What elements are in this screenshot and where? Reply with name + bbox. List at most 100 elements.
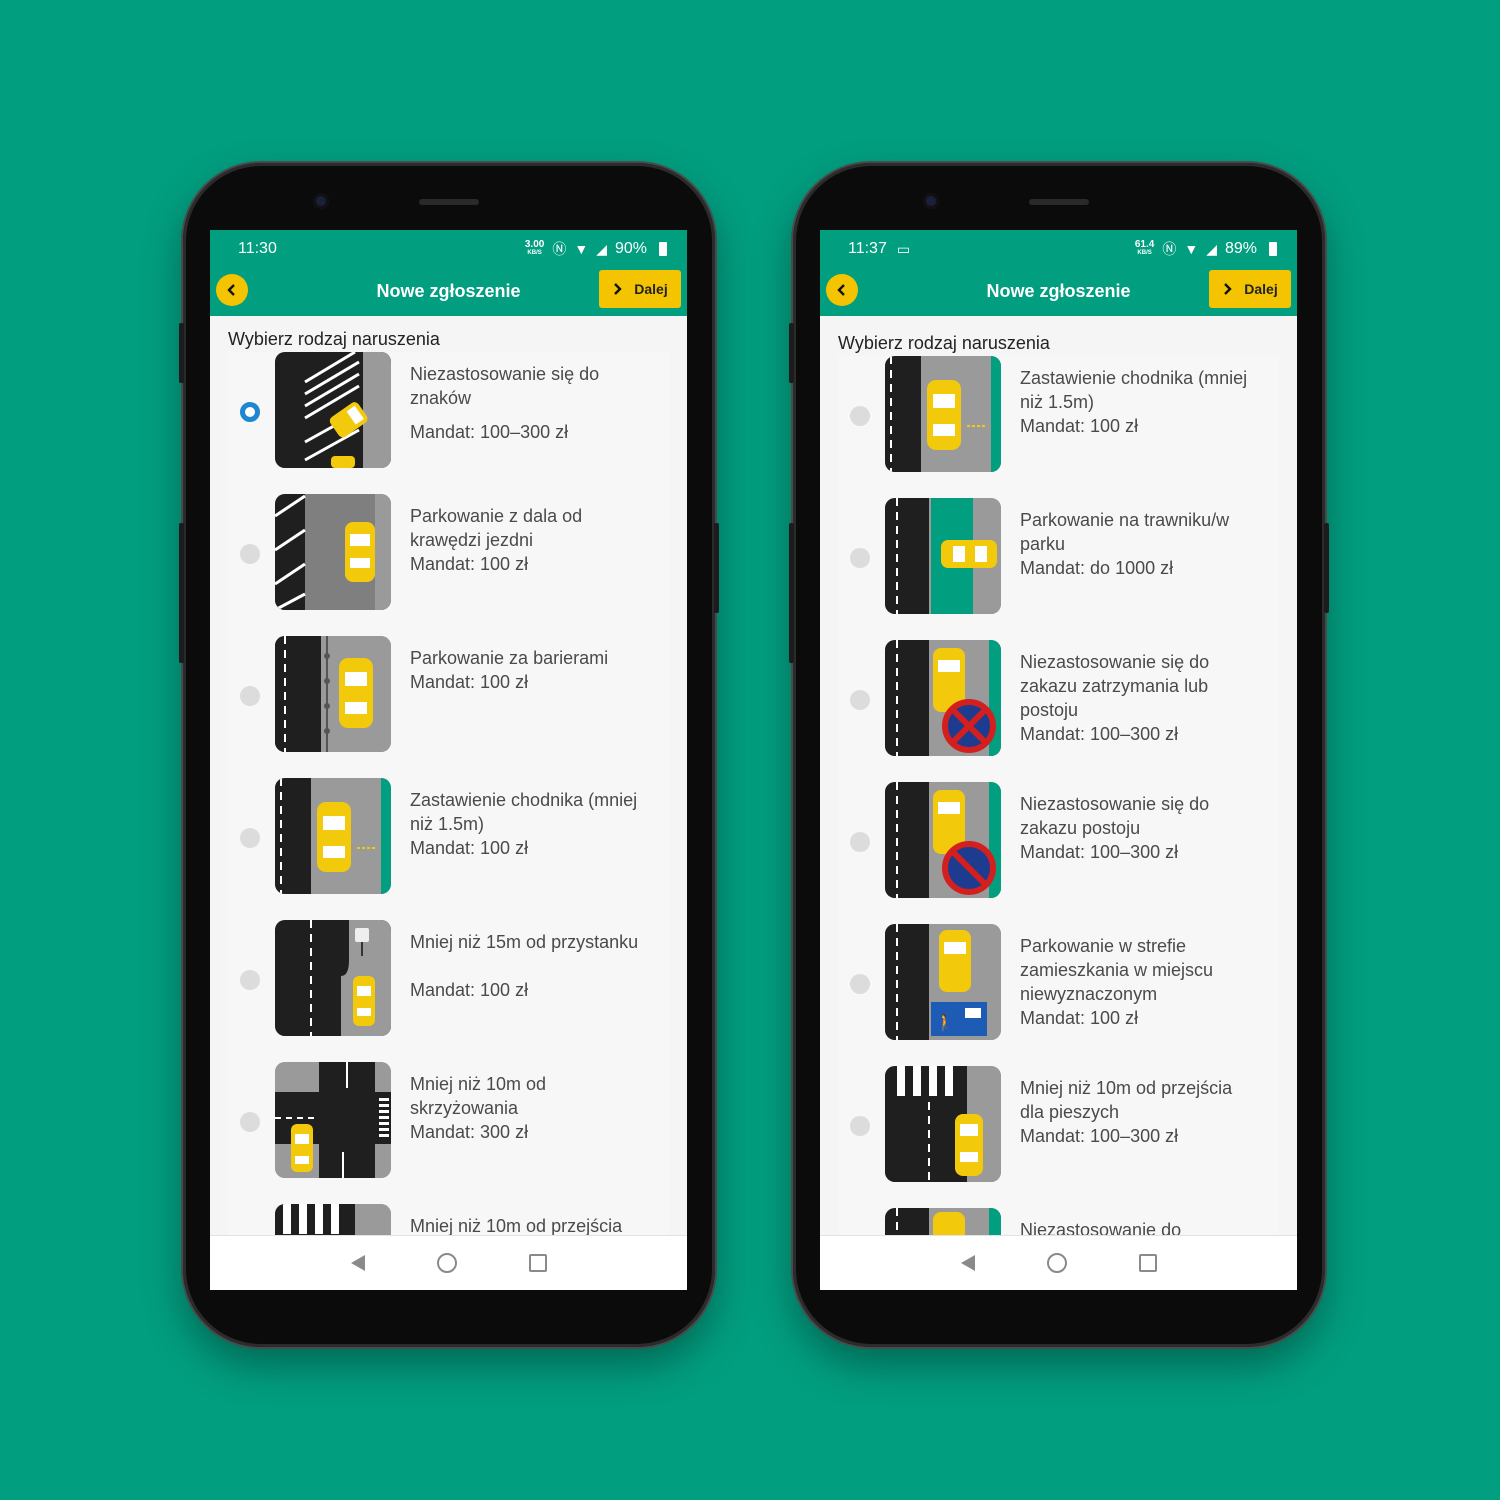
radio-unselected[interactable] xyxy=(240,686,260,706)
no-stopping-image xyxy=(885,1208,1001,1236)
item-fine: Mandat: 100 zł xyxy=(410,672,529,692)
wifi-icon: ▼ xyxy=(1184,241,1199,257)
list-item[interactable]: Niezastosowanie się do znaków Mandat: 10… xyxy=(228,352,669,494)
list-item[interactable]: Mniej niż 15m od przystanku Mandat: 100 … xyxy=(228,920,669,1062)
item-fine: Mandat: 100 zł xyxy=(410,980,529,1000)
app-bar: Nowe zgłoszenie Dalej xyxy=(820,268,1297,316)
item-title: Parkowanie za barierami xyxy=(410,648,609,668)
radio-unselected[interactable] xyxy=(850,406,870,426)
volume-button xyxy=(179,323,184,383)
nav-home-icon[interactable] xyxy=(436,1253,457,1273)
item-fine: Mandat: 300 zł xyxy=(410,1122,529,1142)
system-nav-bar xyxy=(210,1235,687,1290)
chevron-right-icon xyxy=(1224,283,1232,295)
item-title: Parkowanie z dala od krawędzi jezdni xyxy=(410,506,583,550)
app-bar: Nowe zgłoszenie Dalej xyxy=(210,268,687,316)
wifi-icon: ▼ xyxy=(574,241,589,257)
item-title: Mniej niż 10m od przejścia dla pieszych xyxy=(1020,1078,1233,1122)
list-item[interactable]: Parkowanie za barierami Mandat: 100 zł xyxy=(228,636,669,778)
item-fine: Mandat: 100–300 zł xyxy=(410,422,569,442)
item-title: Zastawienie chodnika (mniej niż 1.5m) xyxy=(1020,368,1248,412)
network-speed-unit: KB/S xyxy=(1137,250,1152,256)
signs-violation-image xyxy=(275,352,391,468)
violation-list[interactable]: Zastawienie chodnika (mniej niż 1.5m) Ma… xyxy=(838,356,1279,1236)
network-speed: 61.4 KB/S xyxy=(1135,240,1154,258)
item-title: Parkowanie w strefie zamieszkania w miej… xyxy=(1020,936,1214,1004)
item-title: Zastawienie chodnika (mniej niż 1.5m) xyxy=(410,790,638,834)
nav-back-icon[interactable] xyxy=(350,1255,365,1271)
network-speed-unit: KB/S xyxy=(527,250,542,256)
sidewalk-block-image xyxy=(885,356,1001,472)
list-item[interactable]: Zastawienie chodnika (mniej niż 1.5m) Ma… xyxy=(228,778,669,920)
radio-unselected[interactable] xyxy=(850,832,870,852)
network-speed: 3.00 KB/S xyxy=(525,240,544,258)
item-title: Niezastosowanie do xyxy=(1020,1220,1182,1236)
laptop-icon: ▭ xyxy=(896,240,911,257)
volume-button xyxy=(789,323,794,383)
power-button xyxy=(1324,523,1329,613)
nav-back-icon[interactable] xyxy=(960,1255,975,1271)
radio-unselected[interactable] xyxy=(240,970,260,990)
list-item[interactable]: 🚶 Parkowanie w strefie zamieszkania w mi… xyxy=(838,924,1279,1066)
section-title: Wybierz rodzaj naruszenia xyxy=(228,329,440,349)
svg-text:🚶: 🚶 xyxy=(935,1013,955,1032)
nav-home-icon[interactable] xyxy=(1046,1253,1067,1273)
nav-recents-icon[interactable] xyxy=(1138,1254,1157,1272)
radio-unselected[interactable] xyxy=(850,690,870,710)
list-item[interactable]: Mniej niż 10m od przejścia xyxy=(228,1204,669,1236)
lawn-parking-image xyxy=(885,498,1001,614)
radio-unselected[interactable] xyxy=(240,828,260,848)
next-button[interactable]: Dalej xyxy=(1209,270,1291,308)
list-item[interactable]: Niezastosowanie się do zakazu postoju Ma… xyxy=(838,782,1279,924)
sidewalk-block-image xyxy=(275,778,391,894)
radio-unselected[interactable] xyxy=(240,1112,260,1132)
far-from-curb-image xyxy=(275,494,391,610)
violation-list[interactable]: Niezastosowanie się do znaków Mandat: 10… xyxy=(228,352,669,1236)
no-parking-image xyxy=(885,782,1001,898)
no-stopping-image xyxy=(885,640,1001,756)
next-button[interactable]: Dalej xyxy=(599,270,681,308)
item-title: Niezastosowanie się do zakazu zatrzymani… xyxy=(1020,652,1210,720)
item-fine: Mandat: 100 zł xyxy=(410,838,529,858)
radio-unselected[interactable] xyxy=(240,544,260,564)
list-item[interactable]: Zastawienie chodnika (mniej niż 1.5m) Ma… xyxy=(838,356,1279,498)
signal-icon: ◢ xyxy=(596,240,607,257)
front-camera xyxy=(313,193,329,209)
phone-right: 11:37 ▭ 61.4 KB/S Ⓝ ▼ ◢ 89% Nowe zgłoszen… xyxy=(789,163,1329,1347)
residential-zone-image: 🚶 xyxy=(885,924,1001,1040)
radio-unselected[interactable] xyxy=(850,1116,870,1136)
item-fine: Mandat: 100 zł xyxy=(1020,1008,1139,1028)
list-item[interactable]: Mniej niż 10m od przejścia dla pieszych … xyxy=(838,1066,1279,1208)
item-title: Mniej niż 10m od skrzyżowania xyxy=(410,1074,547,1118)
battery-percent: 89% xyxy=(1224,240,1257,257)
next-button-label: Dalej xyxy=(634,281,668,297)
item-title: Mniej niż 10m od przejścia xyxy=(410,1216,623,1236)
item-fine: Mandat: 100–300 zł xyxy=(1020,724,1179,744)
list-item[interactable]: Niezastosowanie się do zakazu zatrzymani… xyxy=(838,640,1279,782)
item-title: Parkowanie na trawniku/w parku xyxy=(1020,510,1230,554)
signal-icon: ◢ xyxy=(1206,240,1217,257)
nav-recents-icon[interactable] xyxy=(528,1254,547,1272)
list-item[interactable]: Niezastosowanie do xyxy=(838,1208,1279,1236)
phone-left: 11:30 3.00 KB/S Ⓝ ▼ ◢ 90% Nowe zgłoszenie… xyxy=(179,163,719,1347)
earpiece-speaker xyxy=(419,199,479,205)
radio-selected[interactable] xyxy=(240,402,260,422)
item-fine: Mandat: 100–300 zł xyxy=(1020,842,1179,862)
chevron-right-icon xyxy=(614,283,622,295)
front-camera xyxy=(923,193,939,209)
list-item[interactable]: Parkowanie na trawniku/w parku Mandat: d… xyxy=(838,498,1279,640)
section-title: Wybierz rodzaj naruszenia xyxy=(838,333,1050,353)
crosswalk-image xyxy=(275,1204,391,1236)
battery-percent: 90% xyxy=(614,240,647,257)
radio-unselected[interactable] xyxy=(850,548,870,568)
system-nav-bar xyxy=(820,1235,1297,1290)
item-fine: Mandat: 100 zł xyxy=(410,554,529,574)
item-title: Niezastosowanie się do znaków xyxy=(410,364,600,408)
radio-unselected[interactable] xyxy=(850,974,870,994)
nfc-icon: Ⓝ xyxy=(1162,241,1177,257)
status-time: 11:37 xyxy=(848,240,887,257)
list-item[interactable]: Parkowanie z dala od krawędzi jezdni Man… xyxy=(228,494,669,636)
list-item[interactable]: Mniej niż 10m od skrzyżowania Mandat: 30… xyxy=(228,1062,669,1204)
crosswalk-image xyxy=(885,1066,1001,1182)
next-button-label: Dalej xyxy=(1244,281,1278,297)
